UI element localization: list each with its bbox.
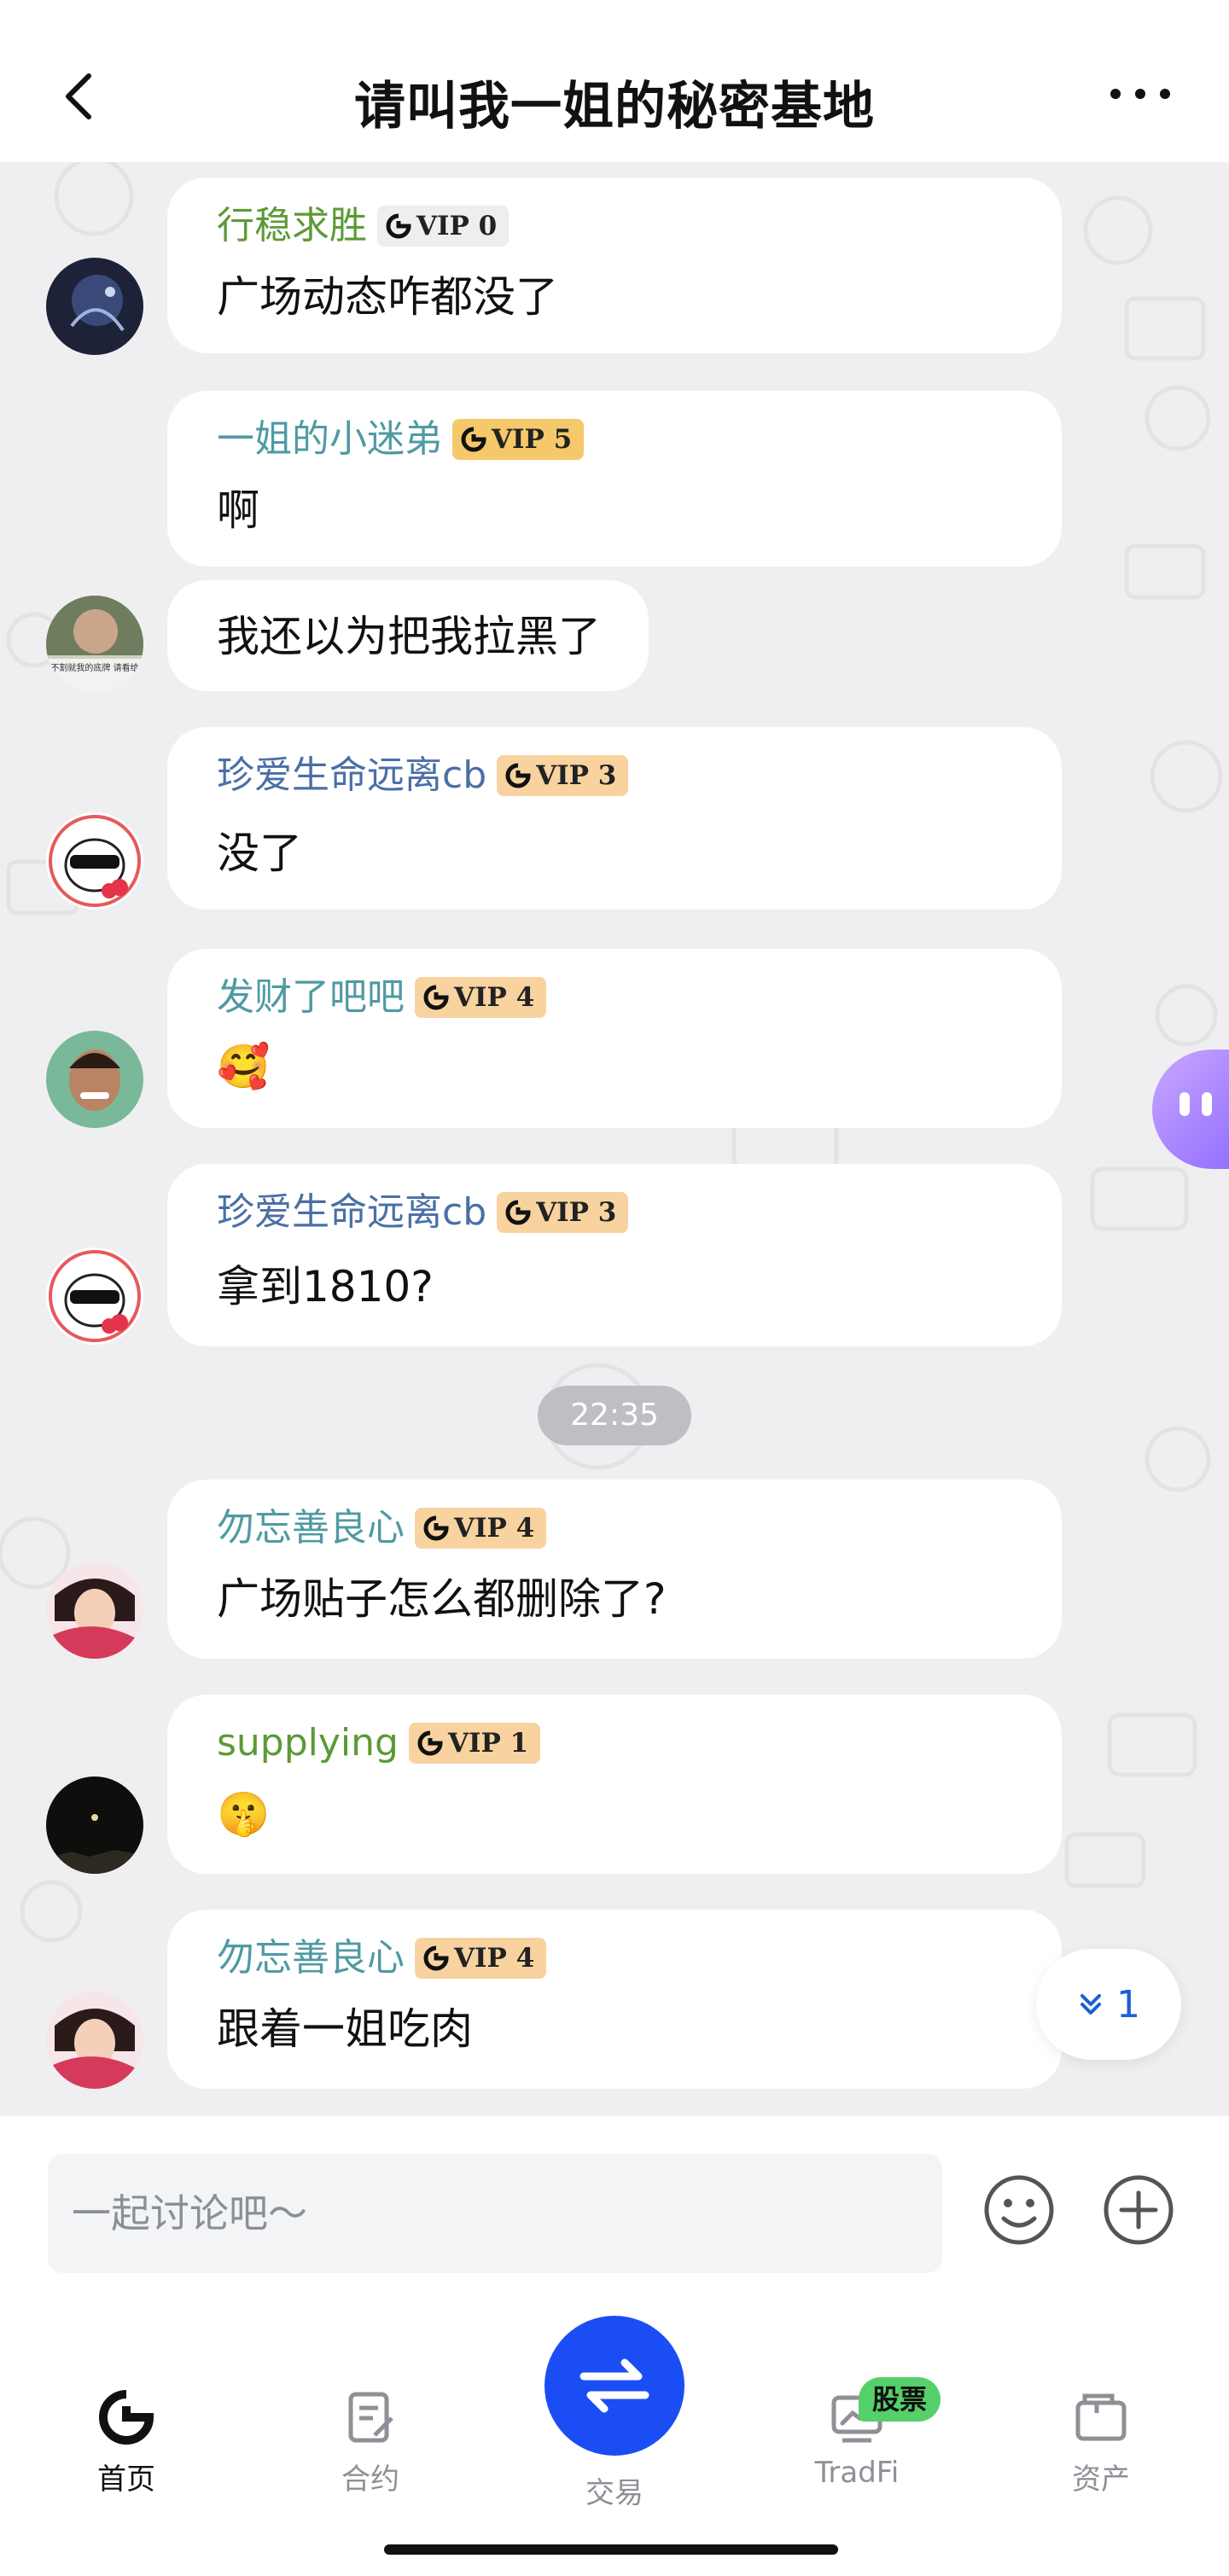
- message-bubble[interactable]: 我还以为把我拉黑了: [167, 580, 649, 691]
- message-bubble[interactable]: 一姐的小迷弟 VIP 5 啊: [167, 391, 1062, 567]
- message-list[interactable]: 行稳求胜 VIP 0 广场动态咋都没了 一姐的小迷弟 VIP 5 啊 只要不割就…: [0, 162, 1229, 2116]
- sender-name[interactable]: 行稳求胜: [217, 201, 367, 251]
- vip-badge: VIP 5: [452, 419, 585, 460]
- avatar-image: [46, 1031, 143, 1128]
- trade-button[interactable]: [545, 2316, 684, 2456]
- message-input[interactable]: [48, 2154, 942, 2273]
- sender-name[interactable]: 珍爱生命远离cb: [217, 1188, 486, 1237]
- avatar-image: 只要不割就我的底牌 请看给你地: [46, 596, 143, 693]
- scroll-to-unread-button[interactable]: 1: [1036, 1949, 1181, 2060]
- avatar[interactable]: [46, 1776, 143, 1874]
- assistant-eye-icon: [1179, 1092, 1190, 1116]
- gate-logo-icon: [386, 213, 411, 239]
- avatar[interactable]: [46, 812, 143, 910]
- message-bubble[interactable]: 行稳求胜 VIP 0 广场动态咋都没了: [167, 177, 1062, 353]
- sender-name[interactable]: 勿忘善良心: [217, 1503, 405, 1553]
- tab-home[interactable]: 首页: [41, 2389, 212, 2509]
- message-text: 没了: [217, 829, 302, 878]
- message-text: 🤫: [217, 1789, 271, 1839]
- gate-logo-icon: [461, 427, 486, 452]
- avatar-image: [46, 1561, 143, 1659]
- time-separator: 22:35: [538, 1386, 691, 1445]
- tab-contract[interactable]: 合约: [285, 2389, 456, 2509]
- tab-trade-label[interactable]: 交易: [529, 2469, 700, 2511]
- vip-badge: VIP 4: [415, 977, 547, 1018]
- vip-badge: VIP 1: [408, 1723, 541, 1764]
- message-bubble[interactable]: 珍爱生命远离cb VIP 3 没了: [167, 727, 1062, 910]
- more-button[interactable]: [1106, 77, 1174, 111]
- gate-home-icon: [99, 2390, 154, 2445]
- gate-logo-icon: [505, 763, 531, 788]
- message-text: 拿到1810?: [217, 1262, 434, 1311]
- smiley-icon: [984, 2175, 1054, 2245]
- sender-name[interactable]: 勿忘善良心: [217, 1933, 405, 1983]
- message-bubble[interactable]: 勿忘善良心 VIP 4 广场贴子怎么都删除了?: [167, 1480, 1062, 1659]
- avatar[interactable]: [46, 1561, 143, 1659]
- home-indicator: [384, 2544, 838, 2555]
- vip-badge: VIP 4: [415, 1938, 547, 1979]
- sender-name[interactable]: 一姐的小迷弟: [217, 415, 442, 464]
- more-icon: [1110, 89, 1170, 99]
- unread-count: 1: [1116, 1982, 1140, 2026]
- gate-logo-icon: [423, 1515, 449, 1541]
- tab-assets[interactable]: 资产: [1016, 2389, 1186, 2509]
- avatar-image: [46, 1992, 143, 2089]
- sender-name[interactable]: 发财了吧吧: [217, 973, 405, 1022]
- message-bubble[interactable]: supplying VIP 1 🤫: [167, 1695, 1062, 1874]
- sender-name[interactable]: 珍爱生命远离cb: [217, 751, 486, 800]
- wallet-icon: [1075, 2393, 1127, 2441]
- gate-logo-icon: [505, 1200, 531, 1225]
- gate-logo-icon: [423, 1945, 449, 1971]
- vip-badge: VIP 4: [415, 1508, 547, 1549]
- sender-name[interactable]: supplying: [217, 1718, 399, 1768]
- avatar-image: [46, 1247, 143, 1345]
- vip-badge: VIP 3: [497, 755, 629, 796]
- message-text: 我还以为把我拉黑了: [217, 612, 601, 661]
- tradfi-stock-badge: 股票: [859, 2377, 941, 2422]
- avatar[interactable]: [46, 258, 143, 355]
- attach-button[interactable]: [1101, 2172, 1176, 2247]
- swap-arrows-icon: [580, 2358, 649, 2413]
- avatar-image: [46, 1776, 143, 1874]
- message-text: 🥰: [217, 1042, 271, 1091]
- avatar-image: [46, 258, 143, 355]
- message-text: 广场动态咋都没了: [217, 272, 558, 322]
- avatar-image: [46, 812, 143, 910]
- vip-badge: VIP 0: [377, 206, 510, 247]
- message-bubble[interactable]: 珍爱生命远离cb VIP 3 拿到1810?: [167, 1164, 1062, 1346]
- emoji-button[interactable]: [981, 2172, 1057, 2247]
- message-text: 啊: [217, 486, 259, 535]
- contract-doc-icon: [348, 2392, 393, 2443]
- plus-circle-icon: [1104, 2175, 1174, 2245]
- message-bubble[interactable]: 勿忘善良心 VIP 4 跟着一姐吃肉: [167, 1910, 1062, 2089]
- page-title: 请叫我一姐的秘密基地: [354, 77, 875, 137]
- double-chevron-down-icon: [1080, 1994, 1101, 2015]
- message-text: 广场贴子怎么都删除了?: [217, 1574, 667, 1624]
- avatar-caption: 只要不割就我的底牌 请看给你地: [46, 662, 143, 673]
- assistant-eye-icon: [1202, 1092, 1212, 1116]
- vip-badge: VIP 3: [497, 1192, 629, 1233]
- avatar[interactable]: [46, 1247, 143, 1345]
- chat-header: 请叫我一姐的秘密基地: [0, 0, 1229, 162]
- message-bubble[interactable]: 发财了吧吧 VIP 4 🥰: [167, 949, 1062, 1128]
- avatar[interactable]: [46, 1031, 143, 1128]
- avatar[interactable]: 只要不割就我的底牌 请看给你地: [46, 596, 143, 693]
- message-text: 跟着一姐吃肉: [217, 2004, 473, 2054]
- avatar[interactable]: [46, 1992, 143, 2089]
- gate-logo-icon: [423, 985, 449, 1010]
- gate-logo-icon: [417, 1730, 443, 1756]
